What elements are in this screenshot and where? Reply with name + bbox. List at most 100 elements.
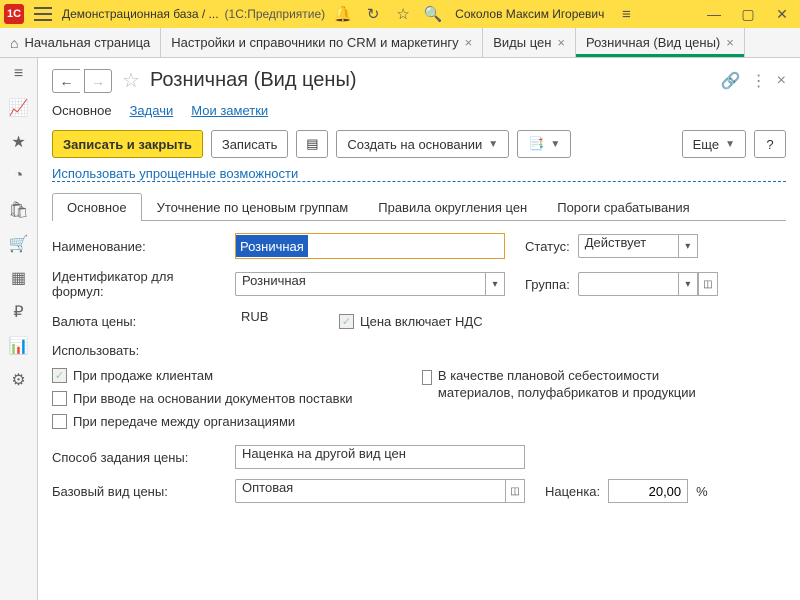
star-icon[interactable]: ☆	[391, 2, 415, 26]
close-icon[interactable]: ×	[465, 35, 473, 50]
caret-down-icon[interactable]: ▾	[678, 234, 698, 258]
bars-icon[interactable]: 📊	[9, 336, 29, 356]
pie-icon[interactable]: ◔	[9, 166, 29, 186]
tab-thresholds[interactable]: Пороги срабатывания	[542, 193, 704, 221]
section-notes[interactable]: Мои заметки	[191, 103, 268, 118]
header-row: ← → ☆ Розничная (Вид цены) 🔗 ⋮ ×	[52, 68, 786, 93]
row-price-method: Способ задания цены: Наценка на другой в…	[52, 445, 786, 469]
close-icon[interactable]: ×	[726, 35, 734, 50]
use-checks: При продаже клиентам При вводе на основа…	[52, 368, 786, 429]
app-logo: 1C	[4, 4, 24, 24]
minimize-button[interactable]: —	[700, 2, 728, 26]
group-label: Группа:	[525, 277, 570, 292]
menu-icon[interactable]: ≡	[9, 64, 29, 84]
star-side-icon[interactable]: ★	[9, 132, 29, 152]
save-close-button[interactable]: Записать и закрыть	[52, 130, 203, 158]
checkbox[interactable]	[422, 370, 432, 385]
folder-icon: 📑	[528, 136, 544, 152]
maximize-button[interactable]: ▢	[734, 2, 762, 26]
navtab-price-types[interactable]: Виды цен ×	[483, 28, 576, 57]
tab-rounding[interactable]: Правила округления цен	[363, 193, 542, 221]
caret-down-icon: ▼	[550, 139, 560, 150]
section-main[interactable]: Основное	[52, 103, 112, 118]
kebab-icon[interactable]: ⋮	[751, 71, 767, 91]
search-icon[interactable]: 🔍	[421, 2, 445, 26]
group-dropdown[interactable]: ▾ ◫	[578, 272, 718, 296]
checkbox[interactable]	[52, 368, 67, 383]
tab-main[interactable]: Основное	[52, 193, 142, 221]
gear-icon[interactable]: ⚙	[9, 370, 29, 390]
main-area: ≡ 📈 ★ ◔ 🛍 🛒 ▦ ₽ 📊 ⚙ ← → ☆ Розничная (Вид…	[0, 58, 800, 600]
titlebar: 1C Демонстрационная база / ... (1С:Предп…	[0, 0, 800, 28]
navtab-retail[interactable]: Розничная (Вид цены) ×	[576, 28, 745, 57]
inner-tabs: Основное Уточнение по ценовым группам Пр…	[52, 192, 786, 221]
section-nav: Основное Задачи Мои заметки	[52, 103, 786, 118]
chk-plan-cost[interactable]: В качестве плановой себестоимости матери…	[422, 368, 732, 402]
create-based-button[interactable]: Создать на основании ▼	[336, 130, 509, 158]
checkbox[interactable]	[52, 414, 67, 429]
history-icon[interactable]: ↻	[361, 2, 385, 26]
help-button[interactable]: ?	[754, 130, 786, 158]
more-button[interactable]: Еще ▼	[682, 130, 746, 158]
status-value[interactable]: Действует	[578, 234, 678, 258]
group-value[interactable]	[578, 272, 678, 296]
chart-icon[interactable]: 📈	[9, 98, 29, 118]
link-icon[interactable]: 🔗	[721, 71, 741, 91]
caret-down-icon: ▼	[488, 139, 498, 150]
row-name: Наименование: Розничная Статус: Действуе…	[52, 233, 786, 259]
formula-id-value[interactable]: Розничная	[235, 272, 485, 296]
navtab-price-types-label: Виды цен	[493, 35, 551, 50]
user-menu-icon[interactable]: ≡	[614, 2, 638, 26]
home-icon: ⌂	[10, 35, 18, 51]
favorite-toggle[interactable]: ☆	[122, 68, 140, 93]
base-price-dropdown[interactable]: Оптовая ◫	[235, 479, 525, 503]
name-input-wrap[interactable]: Розничная	[235, 233, 505, 259]
navtab-crm[interactable]: Настройки и справочники по CRM и маркети…	[161, 28, 483, 57]
user-name[interactable]: Соколов Максим Игоревич	[451, 7, 608, 21]
bell-icon[interactable]: 🔔	[331, 2, 355, 26]
chk-supply-docs[interactable]: При вводе на основании документов постав…	[52, 391, 392, 406]
caret-down-icon[interactable]: ▾	[678, 272, 698, 296]
nav-forward-button[interactable]: →	[84, 69, 112, 93]
open-icon[interactable]: ◫	[698, 272, 718, 296]
formula-id-dropdown[interactable]: Розничная ▾	[235, 272, 505, 296]
row-formula-id: Идентификатор для формул: Розничная ▾ Гр…	[52, 269, 786, 299]
cart-icon[interactable]: 🛒	[9, 234, 29, 254]
nav-back-button[interactable]: ←	[52, 69, 80, 93]
caret-down-icon[interactable]: ▾	[485, 272, 505, 296]
header-actions: 🔗 ⋮ ×	[721, 71, 786, 91]
status-dropdown[interactable]: Действует ▾	[578, 234, 698, 258]
section-tasks[interactable]: Задачи	[130, 103, 174, 118]
close-form-icon[interactable]: ×	[777, 72, 786, 90]
navtab-home[interactable]: ⌂ Начальная страница	[0, 28, 161, 57]
price-method-value[interactable]: Наценка на другой вид цен	[235, 445, 525, 469]
navtab-retail-label: Розничная (Вид цены)	[586, 35, 720, 50]
base-price-value[interactable]: Оптовая	[235, 479, 505, 503]
save-button[interactable]: Записать	[211, 130, 289, 158]
close-icon[interactable]: ×	[557, 35, 565, 50]
list-icon-button[interactable]: ▤	[296, 130, 328, 158]
sidebar: ≡ 📈 ★ ◔ 🛍 🛒 ▦ ₽ 📊 ⚙	[0, 58, 38, 600]
formula-id-label: Идентификатор для формул:	[52, 269, 227, 299]
bag-icon[interactable]: 🛍	[9, 200, 29, 220]
caret-down-icon: ▼	[725, 139, 735, 150]
grid-icon[interactable]: ▦	[9, 268, 29, 288]
chk-transfer[interactable]: При передаче между организациями	[52, 414, 392, 429]
simplified-link[interactable]: Использовать упрощенные возможности	[52, 166, 786, 182]
base-price-label: Базовый вид цены:	[52, 484, 227, 499]
markup-input[interactable]	[608, 479, 688, 503]
reports-button[interactable]: 📑 ▼	[517, 130, 571, 158]
name-label: Наименование:	[52, 239, 227, 254]
vat-check: Цена включает НДС	[339, 314, 483, 329]
markup-unit: %	[696, 484, 708, 499]
tab-groups[interactable]: Уточнение по ценовым группам	[142, 193, 364, 221]
price-method-label: Способ задания цены:	[52, 450, 227, 465]
name-input[interactable]: Розничная	[236, 235, 308, 257]
close-window-button[interactable]: ✕	[768, 2, 796, 26]
ruble-icon[interactable]: ₽	[9, 302, 29, 322]
main-menu-icon[interactable]	[34, 7, 52, 21]
open-icon[interactable]: ◫	[505, 479, 525, 503]
form: Наименование: Розничная Статус: Действуе…	[52, 233, 786, 503]
checkbox[interactable]	[52, 391, 67, 406]
chk-sales[interactable]: При продаже клиентам	[52, 368, 392, 383]
